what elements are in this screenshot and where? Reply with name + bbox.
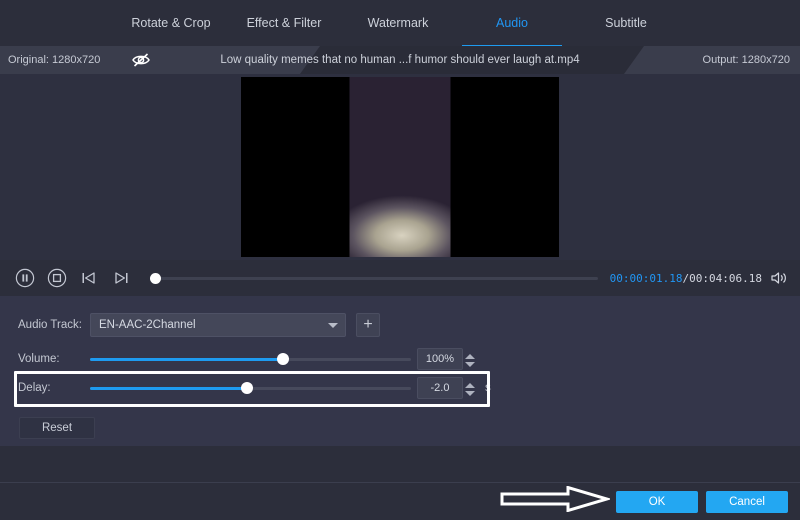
- tab-watermark[interactable]: Watermark: [346, 14, 450, 46]
- next-frame-button[interactable]: [108, 265, 134, 291]
- tab-label: Watermark: [367, 16, 429, 30]
- tab-effect-filter[interactable]: Effect & Filter: [232, 14, 336, 46]
- cancel-label: Cancel: [729, 495, 765, 508]
- previous-frame-icon: [82, 272, 95, 284]
- volume-slider[interactable]: [90, 347, 411, 371]
- audio-track-row: Audio Track: EN-AAC-2Channel +: [0, 312, 800, 338]
- file-info-bar: Original: 1280x720 Low quality memes tha…: [0, 46, 800, 74]
- dialog-footer: OK Cancel: [0, 482, 800, 520]
- original-resolution-label: Original: 1280x720: [8, 54, 101, 66]
- stepper-up-icon[interactable]: [465, 353, 475, 359]
- cancel-button[interactable]: Cancel: [706, 490, 788, 513]
- volume-label: Volume:: [18, 353, 60, 365]
- video-editor-window: Rotate & Crop Effect & Filter Watermark …: [0, 0, 800, 520]
- delay-row: Delay: -2.0 s: [0, 375, 800, 401]
- audio-settings-panel: Audio Track: EN-AAC-2Channel + Volume: 1…: [0, 296, 800, 446]
- delay-unit-label: s: [485, 382, 491, 394]
- current-time: 00:00:01.18: [609, 271, 683, 285]
- stop-icon: [47, 268, 67, 288]
- audio-track-value: EN-AAC-2Channel: [99, 319, 196, 331]
- pause-button[interactable]: [12, 265, 38, 291]
- delay-slider-handle[interactable]: [241, 382, 254, 394]
- tab-rotate-crop[interactable]: Rotate & Crop: [118, 14, 224, 46]
- volume-row: Volume: 100%: [0, 346, 800, 372]
- volume-slider-fill: [90, 357, 283, 361]
- tab-subtitle[interactable]: Subtitle: [576, 14, 676, 46]
- total-time: /00:04:06.18: [682, 271, 762, 285]
- seek-handle[interactable]: [149, 272, 161, 284]
- tab-label: Rotate & Crop: [131, 16, 211, 30]
- audio-track-label: Audio Track:: [18, 319, 82, 331]
- time-display: 00:00:01.18/00:04:06.18: [610, 272, 762, 285]
- stepper-down-icon[interactable]: [465, 361, 475, 367]
- add-audio-track-button[interactable]: +: [356, 313, 380, 337]
- stop-button[interactable]: [44, 265, 70, 291]
- next-frame-icon: [115, 272, 128, 284]
- output-resolution-label: Output: 1280x720: [702, 54, 790, 66]
- arrow-annotation: [500, 485, 613, 513]
- stepper-up-icon[interactable]: [465, 382, 475, 388]
- original-resolution-panel: Original: 1280x720: [0, 46, 320, 74]
- plus-icon: +: [363, 316, 373, 333]
- delay-stepper[interactable]: [464, 379, 476, 399]
- chevron-down-icon: [328, 323, 338, 328]
- volume-slider-track: [90, 353, 411, 365]
- eye-slash-icon[interactable]: [130, 50, 152, 70]
- ok-label: OK: [648, 495, 666, 508]
- seek-track: [149, 272, 598, 284]
- stepper-down-icon[interactable]: [465, 390, 475, 396]
- delay-slider[interactable]: [90, 376, 411, 400]
- previous-frame-button[interactable]: [76, 265, 102, 291]
- reset-label: Reset: [41, 422, 73, 434]
- delay-slider-track: [90, 382, 411, 394]
- tab-audio[interactable]: Audio: [462, 14, 562, 47]
- output-resolution-panel: Output: 1280x720: [624, 46, 800, 74]
- delay-label: Delay:: [18, 382, 51, 394]
- video-frame: [241, 77, 559, 257]
- audio-track-select[interactable]: EN-AAC-2Channel: [90, 313, 346, 337]
- volume-stepper[interactable]: [464, 350, 476, 370]
- speaker-icon[interactable]: [768, 267, 790, 289]
- delay-value: -2.0: [430, 382, 450, 394]
- video-preview-area[interactable]: [0, 74, 800, 260]
- delay-slider-fill: [90, 386, 248, 390]
- volume-value: 100%: [425, 353, 455, 365]
- tab-label: Audio: [496, 16, 528, 30]
- reset-button[interactable]: Reset: [19, 417, 95, 439]
- right-arrow-icon: [500, 485, 613, 513]
- video-content: [349, 77, 451, 257]
- delay-value-field[interactable]: -2.0: [417, 377, 475, 399]
- volume-slider-handle[interactable]: [276, 353, 289, 365]
- player-control-bar: 00:00:01.18/00:04:06.18: [0, 260, 800, 296]
- seek-slider[interactable]: [149, 265, 598, 291]
- tab-bar: Rotate & Crop Effect & Filter Watermark …: [0, 0, 800, 47]
- volume-value-field[interactable]: 100%: [417, 348, 475, 370]
- ok-button[interactable]: OK: [616, 490, 698, 513]
- pause-icon: [15, 268, 35, 288]
- tab-label: Subtitle: [605, 16, 647, 30]
- tab-label: Effect & Filter: [246, 16, 322, 30]
